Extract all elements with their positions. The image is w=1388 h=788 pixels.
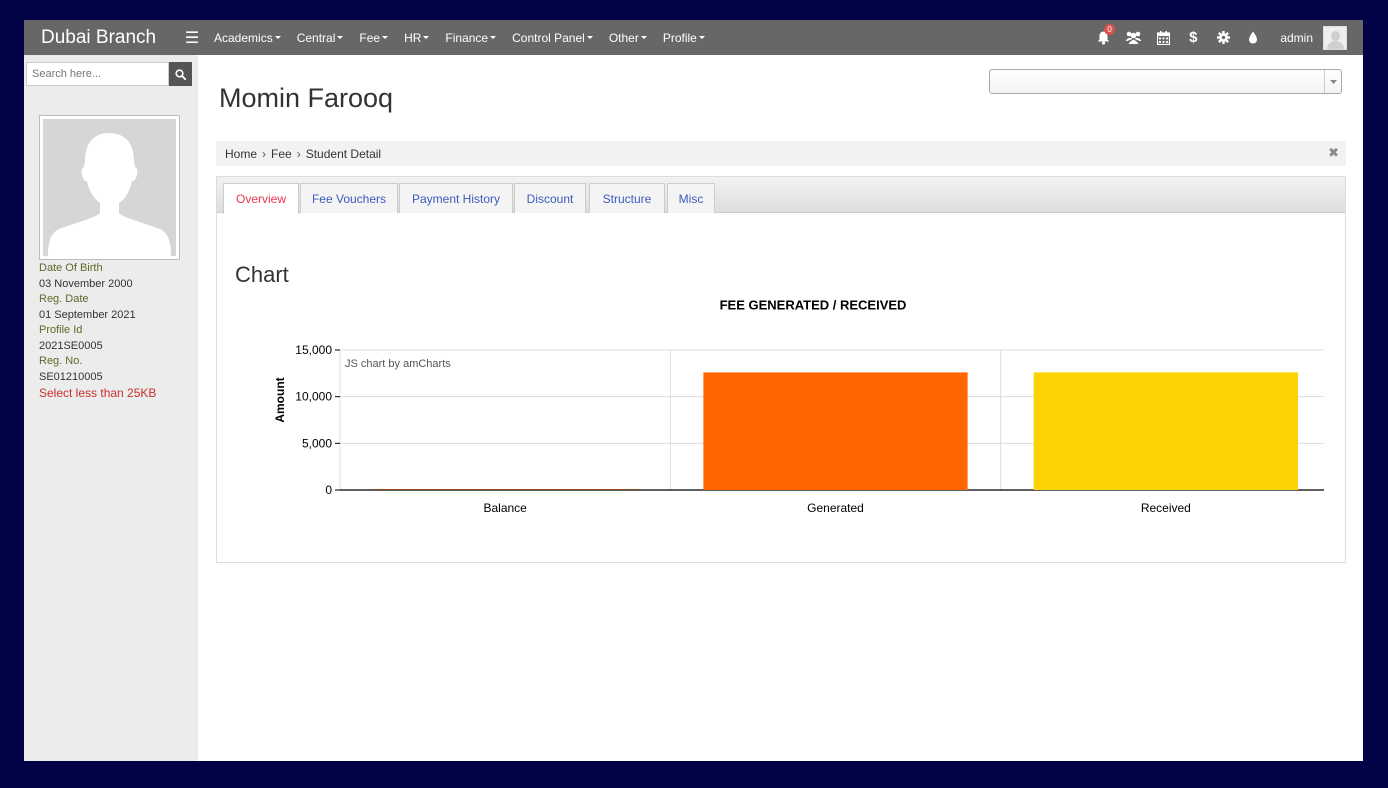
menu-label: Other (608, 30, 639, 45)
dollar-icon: $ (1189, 29, 1198, 46)
caret-down-icon (586, 36, 593, 39)
caret-down-icon (337, 36, 344, 39)
users-icon (1125, 31, 1142, 44)
notification-badge: 0 (1104, 24, 1115, 35)
section-title: Chart (235, 262, 289, 287)
menu-control-panel[interactable]: Control Panel (504, 31, 601, 45)
reg-date-label: Reg. Date (39, 293, 89, 305)
fee-chart: FEE GENERATED / RECEIVED Amount 0 5,000 10… (273, 300, 1324, 515)
search-input[interactable] (26, 62, 169, 86)
caret-down-icon (698, 36, 705, 39)
app-frame: Dubai Branch ☰ Academics Central Fee HR … (24, 20, 1363, 761)
caret-down-icon (490, 36, 497, 39)
dropdown-arrow-icon (1324, 70, 1341, 93)
finance-button[interactable]: $ (1178, 20, 1208, 55)
menu-fee[interactable]: Fee (351, 31, 396, 45)
breadcrumb-home[interactable]: Home (225, 147, 257, 161)
settings-button[interactable] (1208, 20, 1238, 55)
menu-label: Central (296, 30, 336, 45)
caret-down-icon (274, 36, 281, 39)
y-axis-label: Amount (273, 377, 287, 422)
menu-central[interactable]: Central (289, 31, 352, 45)
caret-down-icon (640, 36, 647, 39)
menu-label: Academics (214, 30, 273, 45)
menu-label: Control Panel (512, 30, 585, 45)
users-button[interactable] (1118, 20, 1148, 55)
student-info: Date Of Birth 03 November 2000 Reg. Date… (39, 261, 156, 402)
upload-size-warning: Select less than 25KB (39, 386, 157, 400)
x-tick-label: Generated (807, 501, 864, 515)
menu-academics[interactable]: Academics (206, 31, 289, 45)
sidebar-search (26, 62, 192, 86)
menu-profile[interactable]: Profile (655, 31, 713, 45)
breadcrumb-current: Student Detail (305, 146, 382, 161)
menu-label: Fee (359, 30, 381, 45)
profile-photo[interactable] (39, 115, 180, 260)
branch-name[interactable]: Dubai Branch (24, 27, 178, 49)
top-navbar: Dubai Branch ☰ Academics Central Fee HR … (24, 20, 1363, 55)
profile-id-value: 2021SE0005 (39, 339, 103, 352)
calendar-button[interactable] (1148, 20, 1178, 55)
y-tick-label: 10,000 (295, 390, 332, 404)
menu-hr[interactable]: HR (396, 31, 437, 45)
student-select-dropdown[interactable] (989, 69, 1342, 94)
breadcrumb-fee[interactable]: Fee (271, 147, 292, 161)
user-avatar[interactable] (1323, 25, 1347, 50)
y-tick-label: 15,000 (295, 343, 332, 357)
caret-down-icon (423, 36, 430, 39)
left-sidebar: Date Of Birth 03 November 2000 Reg. Date… (24, 55, 198, 761)
dob-value: 03 November 2000 (39, 277, 133, 290)
breadcrumb: Home › Fee › Student Detail ✖ (216, 141, 1346, 166)
y-tick-label: 5,000 (302, 436, 332, 450)
gear-icon (1216, 31, 1230, 44)
bar-balance (373, 489, 638, 490)
tab-misc[interactable]: Misc (667, 183, 715, 213)
x-tick-label: Balance (483, 501, 527, 515)
search-button[interactable] (169, 62, 192, 86)
theme-button[interactable] (1238, 20, 1268, 55)
menu-label: Finance (445, 30, 489, 45)
navbar-right: 0 $ admin (1088, 20, 1363, 55)
droplet-icon (1249, 31, 1258, 44)
menu-other[interactable]: Other (601, 31, 655, 45)
reg-date-value: 01 September 2021 (39, 308, 136, 321)
menu-label: HR (404, 30, 422, 45)
menu-finance[interactable]: Finance (437, 31, 504, 45)
tab-bar: Overview Fee Vouchers Payment History Di… (217, 177, 1345, 214)
chart-credit[interactable]: JS chart by amCharts (345, 358, 451, 370)
tab-structure[interactable]: Structure (589, 183, 665, 213)
breadcrumb-separator-icon: › (296, 146, 301, 161)
reg-no-value: SE01210005 (39, 370, 103, 383)
tab-payment-history[interactable]: Payment History (399, 183, 513, 213)
avatar-placeholder-icon (43, 119, 176, 256)
tab-fee-vouchers[interactable]: Fee Vouchers (300, 183, 398, 213)
breadcrumb-separator-icon: › (262, 146, 267, 161)
bar-generated (703, 372, 968, 490)
close-icon[interactable]: ✖ (1328, 145, 1339, 161)
bar-received (1033, 372, 1298, 490)
notification-button[interactable]: 0 (1088, 20, 1118, 55)
search-icon (175, 68, 186, 80)
menu-label: Profile (662, 30, 697, 45)
student-name-title: Momin Farooq (219, 83, 394, 113)
profile-id-label: Profile Id (39, 324, 83, 336)
y-tick-label: 0 (325, 483, 332, 497)
hamburger-menu-icon[interactable]: ☰ (178, 28, 206, 48)
tab-discount[interactable]: Discount (514, 183, 586, 213)
main-menu: Academics Central Fee HR Finance Control… (206, 31, 713, 45)
dob-label: Date Of Birth (39, 262, 103, 274)
tab-overview[interactable]: Overview (223, 183, 299, 214)
calendar-icon (1156, 30, 1170, 45)
caret-down-icon (382, 36, 389, 39)
chart-title: FEE GENERATED / RECEIVED (720, 300, 907, 313)
reg-no-label: Reg. No. (39, 355, 83, 367)
x-tick-label: Received (1141, 501, 1191, 515)
user-name[interactable]: admin (1280, 31, 1313, 45)
